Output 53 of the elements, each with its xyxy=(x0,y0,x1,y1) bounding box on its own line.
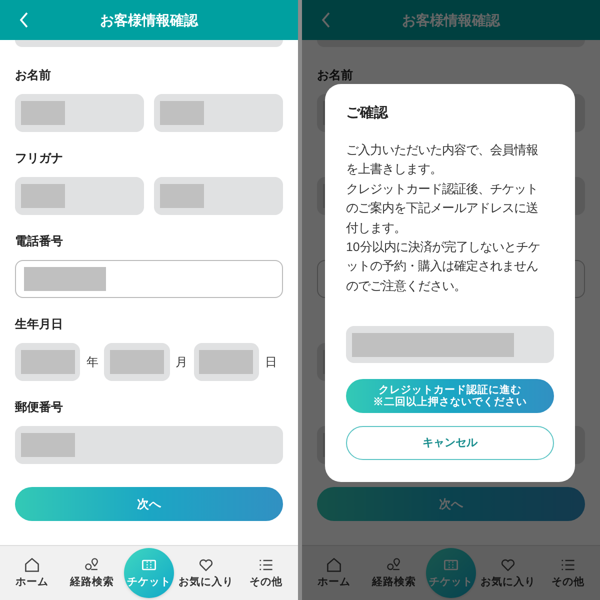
input-field[interactable] xyxy=(15,94,144,132)
field-label: お名前 xyxy=(317,68,353,83)
dialog-message: クレジットカード認証後、チケットのご案内を下記メールアドレスに送付します。 xyxy=(346,180,539,237)
input-field[interactable] xyxy=(15,343,80,381)
masked-value xyxy=(20,350,75,374)
screen-title: お客様情報確認 xyxy=(402,10,500,30)
masked-value xyxy=(21,101,65,125)
input-field[interactable] xyxy=(15,260,283,298)
dialog-message: ご入力いただいた内容で、会員情報を上書きします。 xyxy=(346,142,539,178)
nav-item[interactable]: その他 xyxy=(540,556,596,590)
masked-value xyxy=(110,350,164,374)
house-icon xyxy=(325,556,343,574)
field-label: フリガナ xyxy=(15,151,63,166)
nav-item[interactable]: 経路検索 xyxy=(64,556,120,590)
cancel-button[interactable]: キャンセル xyxy=(346,426,554,460)
nav-item[interactable]: ホーム xyxy=(306,556,362,590)
nav-item[interactable]: お気に入り xyxy=(480,556,536,590)
masked-value xyxy=(21,184,65,208)
unit-label: 日 xyxy=(264,354,277,371)
input-field[interactable] xyxy=(15,40,283,47)
nav-item[interactable]: チケット xyxy=(426,548,476,598)
field-label: お名前 xyxy=(15,68,51,83)
dialog-message: 10分以内に決済が完了しないとチケットの予約・購入は確定されませんのでご注意ください。 xyxy=(346,239,541,295)
input-field[interactable] xyxy=(104,343,170,381)
nav-item[interactable]: お気に入り xyxy=(178,556,234,590)
dialog-title: ご確認 xyxy=(346,103,388,122)
next-button[interactable]: 次へ xyxy=(15,487,283,521)
screen-title: お客様情報確認 xyxy=(100,10,198,30)
house-icon xyxy=(23,556,41,574)
unit-label: 月 xyxy=(176,354,188,371)
masked-value xyxy=(160,101,204,125)
back-icon[interactable] xyxy=(320,11,332,29)
nav-item[interactable]: その他 xyxy=(238,556,294,590)
input-field[interactable] xyxy=(154,177,283,215)
nav-item[interactable]: ホーム xyxy=(4,556,60,590)
masked-value xyxy=(199,350,254,374)
input-field[interactable] xyxy=(317,40,585,47)
nav-item[interactable]: 経路検索 xyxy=(366,556,422,590)
input-field[interactable] xyxy=(15,177,144,215)
masked-value xyxy=(160,184,204,208)
masked-value xyxy=(21,433,75,457)
field-label: 生年月日 xyxy=(15,317,63,332)
unit-label: 年 xyxy=(86,354,98,371)
input-field[interactable] xyxy=(194,343,259,381)
next-button[interactable]: 次へ xyxy=(317,487,585,521)
input-field[interactable] xyxy=(15,426,283,464)
input-field[interactable] xyxy=(346,326,554,364)
input-field[interactable] xyxy=(154,94,283,132)
back-icon[interactable] xyxy=(18,11,30,29)
confirm-button[interactable]: クレジットカード認証に進む ※二回以上押さないでください xyxy=(346,379,554,414)
field-label: 郵便番号 xyxy=(15,400,63,415)
field-label: 電話番号 xyxy=(15,234,63,249)
nav-item[interactable]: チケット xyxy=(124,548,174,598)
